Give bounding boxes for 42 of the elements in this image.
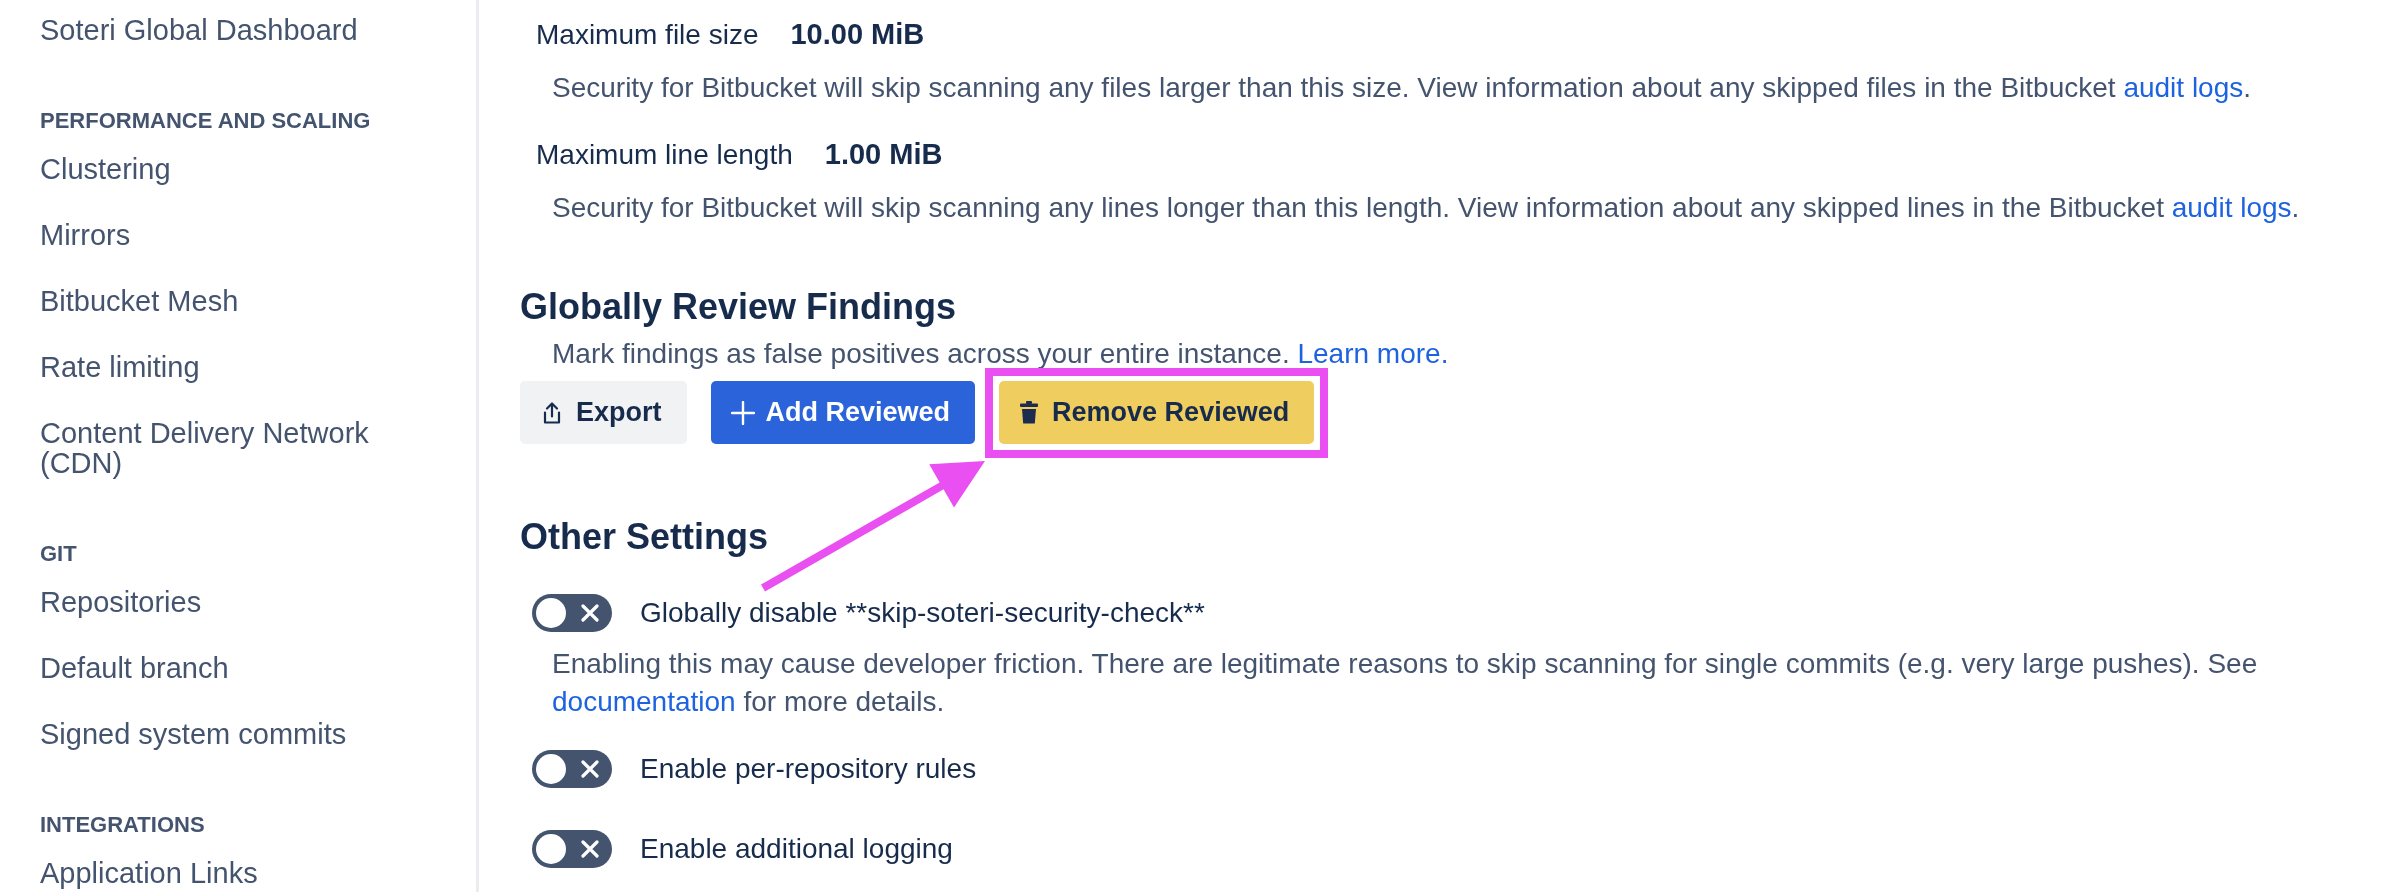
setting-value: 10.00 MiB — [790, 18, 925, 50]
plus-icon — [730, 400, 755, 425]
upload-icon — [542, 400, 562, 425]
toggle-switch[interactable] — [532, 830, 612, 868]
setting-value: 1.00 MiB — [824, 138, 943, 170]
description-text: Enabling this may cause developer friction. There are legitimate reasons to skip scanning for single commits (e.g. very large pushes). See documentation for more details. — [552, 647, 2259, 719]
trash-icon — [1019, 401, 1040, 424]
inline-link[interactable]: audit logs — [2171, 192, 2292, 223]
setting-label: Maximum file size — [536, 19, 759, 51]
sidebar-item[interactable]: Signed system commits — [40, 719, 347, 749]
toggle-switch[interactable] — [532, 594, 612, 632]
description-text: Mark findings as false positives across your entire instance. Learn more. — [552, 338, 1449, 370]
sidebar-item[interactable]: Content Delivery Network (CDN) — [40, 418, 432, 478]
action-button[interactable]: Add Reviewed — [710, 381, 976, 444]
toggle-label: Globally disable **skip-soteri-security-check** — [640, 597, 1205, 629]
sidebar-item[interactable]: Repositories — [40, 587, 202, 617]
sidebar-item[interactable]: Clustering — [40, 154, 171, 184]
sidebar-item[interactable]: Rate limiting — [40, 352, 200, 382]
inline-link[interactable]: audit logs — [2123, 72, 2244, 103]
description-text: Security for Bitbucket will skip scanning any lines longer than this length. View information about any skipped lines in the Bitbucket audit logs. — [552, 192, 2300, 224]
action-button[interactable]: Export — [520, 381, 687, 444]
sidebar-item[interactable]: Default branch — [40, 653, 229, 683]
section-heading: Globally Review Findings — [520, 286, 957, 328]
cross-icon — [581, 840, 599, 858]
toggle-label: Enable additional logging — [640, 833, 953, 865]
sidebar-section-heading: PERFORMANCE AND SCALING — [40, 108, 371, 133]
setting-label: Maximum line length — [536, 139, 793, 171]
inline-link[interactable]: Learn more. — [1297, 338, 1449, 369]
sidebar-section-heading: INTEGRATIONS — [40, 812, 205, 837]
section-heading: Other Settings — [520, 516, 769, 558]
cross-icon — [581, 760, 599, 778]
sidebar-item[interactable]: Application Links — [40, 858, 258, 888]
sidebar-item[interactable]: Soteri Global Dashboard — [40, 15, 358, 45]
inline-link[interactable]: documentation — [552, 686, 736, 717]
toggle-switch[interactable] — [532, 750, 612, 788]
description-text: Security for Bitbucket will skip scanning any files larger than this size. View information about any skipped files in the Bitbucket audit logs. — [552, 72, 2252, 104]
cross-icon — [581, 604, 599, 622]
toggle-label: Enable per-repository rules — [640, 753, 977, 785]
sidebar-item[interactable]: Bitbucket Mesh — [40, 286, 239, 316]
sidebar-section-heading: GIT — [40, 541, 77, 566]
action-button[interactable]: Remove Reviewed — [999, 381, 1315, 444]
sidebar-item[interactable]: Mirrors — [40, 220, 131, 250]
